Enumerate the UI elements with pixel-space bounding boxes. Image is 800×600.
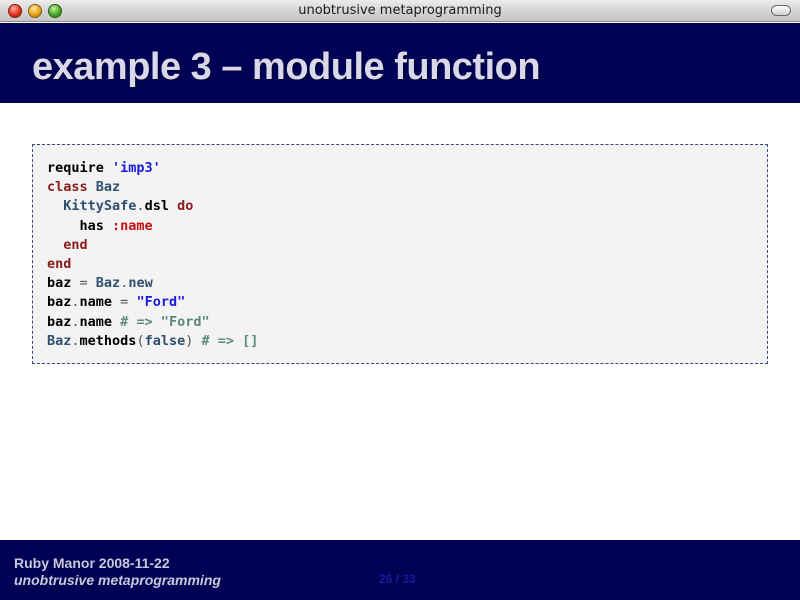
code-token: has xyxy=(47,217,113,234)
code-token: :name xyxy=(112,217,153,234)
toolbar-toggle-button[interactable] xyxy=(771,5,791,16)
code-block: require 'imp3' class Baz KittySafe.dsl do… xyxy=(32,144,768,364)
code-token: . xyxy=(136,198,145,215)
code-line: require 'imp3' xyxy=(47,159,753,178)
code-token: new xyxy=(128,275,153,292)
code-token: do xyxy=(177,198,194,215)
page-counter: 26 / 33 xyxy=(379,572,416,586)
code-token: . xyxy=(71,332,80,349)
slide-header: example 3 – module function xyxy=(0,23,800,103)
footer-event: Ruby Manor 2008-11-22 xyxy=(14,555,170,571)
code-line: KittySafe.dsl do xyxy=(47,197,753,216)
code-token: # => "Ford" xyxy=(120,313,210,330)
code-line: class Baz xyxy=(47,178,753,197)
code-line: end xyxy=(47,255,753,274)
code-token: baz xyxy=(47,275,80,292)
code-token: # => [] xyxy=(201,332,259,349)
code-token: dsl xyxy=(144,198,178,215)
code-token: class xyxy=(47,179,96,196)
code-line: baz = Baz.new xyxy=(47,274,753,293)
code-token: "Ford" xyxy=(136,294,186,311)
code-token: . xyxy=(71,313,80,330)
code-token: baz xyxy=(47,294,72,311)
slide-title: example 3 – module function xyxy=(32,46,541,88)
code-line: has :name xyxy=(47,217,753,236)
code-token: name xyxy=(79,313,121,330)
code-listing: require 'imp3' class Baz KittySafe.dsl do… xyxy=(47,159,753,351)
window-titlebar: unobtrusive metaprogramming xyxy=(0,0,800,22)
code-token: 'imp3' xyxy=(112,160,161,176)
code-token: baz xyxy=(47,313,72,330)
code-token: ( xyxy=(136,332,145,349)
code-token: = xyxy=(79,275,88,292)
code-token: Baz xyxy=(95,275,121,292)
code-token: Baz xyxy=(95,179,121,196)
code-line: Baz.methods(false) # => [] xyxy=(47,332,753,351)
code-token: false xyxy=(144,332,186,349)
code-token: end xyxy=(63,236,88,253)
slide-footer: Ruby Manor 2008-11-22 unobtrusive metapr… xyxy=(0,540,800,600)
footer-talk-title: unobtrusive metaprogramming xyxy=(14,572,221,588)
code-token: end xyxy=(47,255,72,272)
code-line: end xyxy=(47,236,753,255)
code-line: baz.name # => "Ford" xyxy=(47,313,753,332)
code-token: KittySafe xyxy=(63,198,137,215)
window-title: unobtrusive metaprogramming xyxy=(298,3,502,18)
code-token: Baz xyxy=(47,332,72,349)
code-token: methods xyxy=(79,332,137,349)
code-line: baz.name = "Ford" xyxy=(47,293,753,312)
code-token: . xyxy=(71,294,80,311)
code-token: name xyxy=(79,294,121,311)
code-token: require xyxy=(47,160,113,176)
